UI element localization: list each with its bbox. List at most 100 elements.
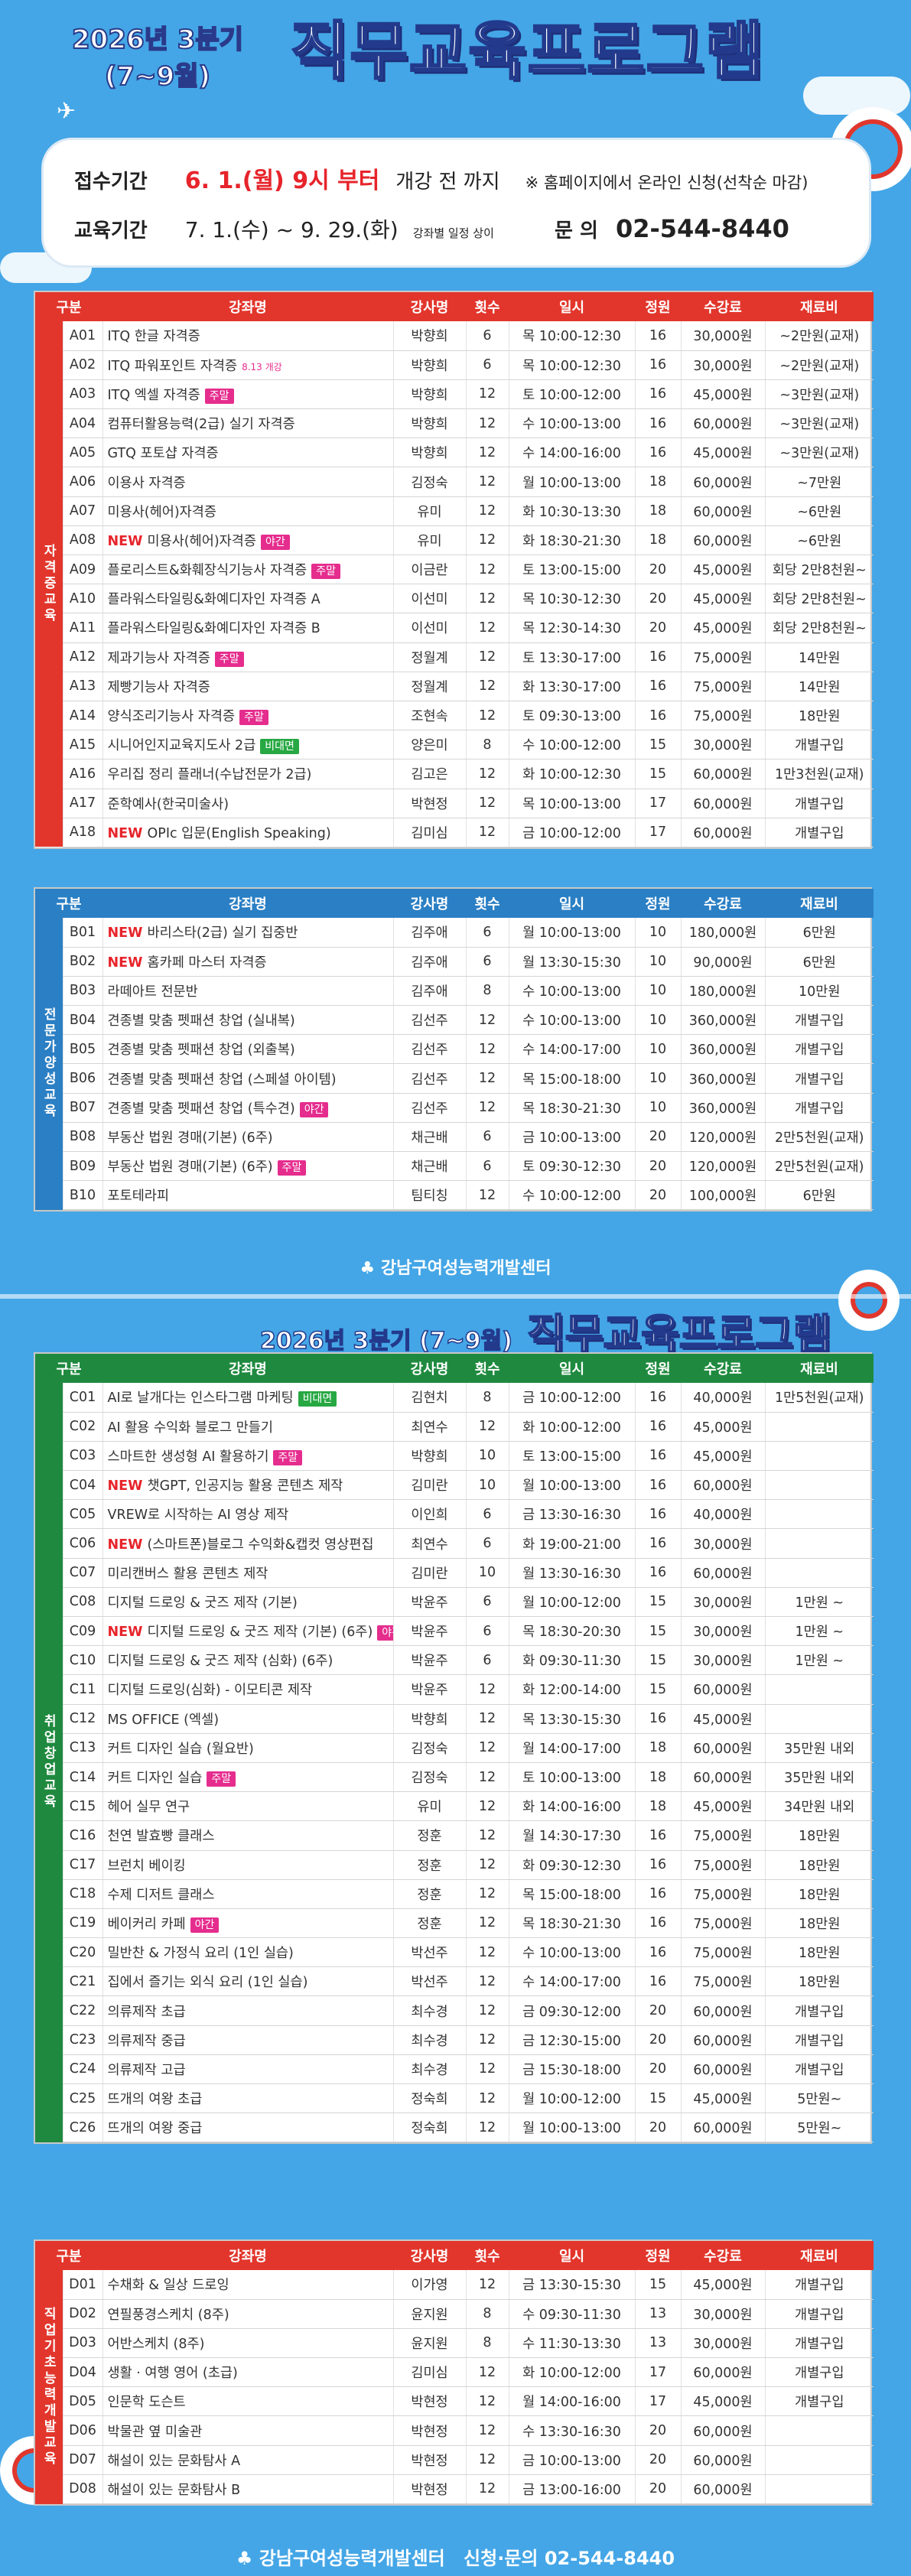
schedule: 화 13:30-17:00	[508, 672, 635, 701]
course-code: C03	[62, 1441, 102, 1472]
tuition: 60,000원	[680, 2474, 765, 2505]
capacity: 16	[634, 1558, 681, 1588]
course-name: 부동산 법원 경매(기본) (6주)	[102, 1122, 393, 1153]
course-code: B03	[62, 976, 102, 1007]
material-fee	[764, 1528, 874, 1559]
tuition: 30,000원	[680, 2299, 765, 2329]
table-row: A16 우리집 정리 플래너(수납전문가 2급) 김고은 12 화 10:00-12:3…	[35, 759, 874, 789]
capacity: 16	[634, 1528, 681, 1559]
material-fee: 개별구입	[764, 1034, 874, 1065]
course-name: 플로리스트&화훼장식기능사 자격증 주말	[102, 555, 393, 585]
instructor: 박향희	[392, 1704, 466, 1734]
course-code: A10	[62, 584, 102, 614]
table-row: C19 베이커리 카페 야간 정훈 12 목 18:30-21:30 16 75,000원 18…	[35, 1908, 874, 1939]
sessions: 6	[465, 1528, 509, 1559]
instructor: 정숙희	[392, 2083, 466, 2114]
instructor: 박현정	[392, 2445, 466, 2475]
course-title: 포토테라피	[107, 1189, 170, 1205]
reception-label: 접수기간	[74, 171, 148, 194]
tuition: 45,000원	[680, 584, 765, 614]
tuition: 30,000원	[680, 2328, 765, 2359]
capacity: 20	[634, 613, 681, 643]
course-name: 시니어인지교육지도사 2급 비대면	[102, 730, 393, 760]
course-code: A03	[62, 379, 102, 410]
column-header: 정원	[645, 2249, 671, 2265]
course-name: ITQ 파워포인트 자격증 8.13 개강	[102, 350, 393, 380]
column-header: 강사명	[410, 1361, 449, 1377]
course-name: 디지털 드로잉(심화) - 이모티콘 제작	[102, 1674, 393, 1705]
material-fee: 1만3천원(교재)	[764, 759, 874, 789]
course-name: 포토테라피	[102, 1180, 393, 1211]
sessions: 6	[465, 1499, 509, 1530]
table-row: A02 ITQ 파워포인트 자격증 8.13 개강 박향희 6 목 10:00-12:30…	[35, 350, 874, 380]
capacity: 15	[634, 1674, 681, 1705]
table-row: A17 준학예사(한국미술사) 박현정 12 목 10:00-13:00 17 60,000…	[35, 789, 874, 818]
course-title: GTQ 포토샵 자격증	[107, 446, 219, 462]
material-fee: 2만5천원(교재)	[764, 1151, 874, 1182]
instructor: 조현속	[392, 701, 466, 731]
sessions: 12	[465, 2083, 509, 2114]
course-title: 디지털 드로잉 & 굿즈 제작 (기본)	[107, 1595, 298, 1611]
tuition: 45,000원	[680, 555, 765, 585]
tuition: 60,000원	[680, 1995, 765, 2026]
instructor: 이인희	[392, 1499, 466, 1530]
tuition: 60,000원	[680, 2025, 765, 2055]
course-code: C22	[62, 1995, 102, 2026]
course-name: 베이커리 카페 야간	[102, 1908, 393, 1939]
instructor: 유미	[392, 1791, 466, 1822]
course-title: 견종별 맞춤 펫패션 창업 (실내복)	[107, 1013, 295, 1029]
table-row: C16 천연 발효빵 클래스 정훈 12 월 14:30-17:30 16 75,000원 1…	[35, 1820, 874, 1851]
course-title: 미용사(헤어)자격증	[107, 504, 216, 520]
column-header: 횟수	[474, 300, 500, 316]
column-header: 재료비	[800, 1361, 838, 1377]
center-logo-icon: ♣	[360, 1259, 381, 1278]
schedule: 화 14:00-16:00	[508, 1791, 635, 1822]
course-name: AI로 날개다는 인스타그램 마케팅 비대면	[102, 1383, 393, 1413]
course-title: 이용사 자격증	[107, 475, 186, 491]
course-name: 연필풍경스케치 (8주)	[102, 2299, 393, 2329]
capacity: 20	[634, 1122, 681, 1153]
course-code: A12	[62, 642, 102, 672]
material-fee: 1만원 ~	[764, 1587, 874, 1618]
table-row: B09 부동산 법원 경매(기본) (6주) 주말 채근배 6 토 09:30-12:30…	[35, 1151, 874, 1182]
table-row: 자격증교육 A01 ITQ 한글 자격증 박향희 6 목 10:00-12:30 16 30,…	[35, 321, 874, 847]
table-row: D03 어반스케치 (8주) 윤지원 8 수 11:30-13:30 13 30,000원 개…	[35, 2328, 874, 2359]
course-code: A01	[62, 321, 102, 351]
table-row: A18 NEW OPIc 입문(English Speaking) 김미심 12 금 1…	[35, 818, 874, 847]
table-section-c: 구분 강좌명 강사명 횟수 일시 정원 수강료 재료비 취업창업교육 C01 AI로 날개다는 인스…	[34, 1352, 874, 2145]
material-fee: ~6만원	[764, 496, 874, 526]
tuition: 75,000원	[680, 1850, 765, 1880]
table-row: D05 인문학 도슨트 박현정 12 월 14:00-16:00 17 45,000원 개별구…	[35, 2386, 874, 2417]
material-fee: 6만원	[764, 1180, 874, 1211]
sessions: 12	[465, 1005, 509, 1036]
capacity: 10	[634, 1005, 681, 1036]
capacity: 20	[634, 2025, 681, 2055]
table-row: A12 제과기능사 자격증 주말 정월계 12 토 13:30-17:00 16 75,000…	[35, 642, 874, 672]
column-header: 정원	[645, 1361, 671, 1377]
course-code: D07	[62, 2445, 102, 2475]
schedule: 수 10:00-12:00	[508, 1180, 635, 1211]
capacity: 18	[634, 1733, 681, 1763]
header-2-title: 직무교육프로그램	[526, 1309, 831, 1359]
airplane-icon: ✈	[57, 98, 76, 125]
capacity: 10	[634, 918, 681, 948]
course-name: NEW 바리스타(2급) 실기 집중반	[102, 918, 393, 948]
sessions: 10	[465, 1558, 509, 1588]
course-name: 해설이 있는 문화탐사 A	[102, 2445, 393, 2475]
material-fee: 1만원 ~	[764, 1645, 874, 1676]
course-code: C06	[62, 1528, 102, 1559]
course-code: C07	[62, 1558, 102, 1588]
course-name: NEW 디지털 드로잉 & 굿즈 제작 (기본) (6주)야간	[102, 1616, 393, 1647]
material-fee: ~7만원	[764, 467, 874, 497]
material-fee: 개별구입	[764, 1995, 874, 2026]
column-header: 일시	[558, 300, 585, 316]
course-name: 우리집 정리 플래너(수납전문가 2급)	[102, 759, 393, 789]
course-title: 라떼아트 전문반	[107, 984, 198, 1000]
capacity: 16	[634, 1412, 681, 1442]
course-title: 생활 · 여행 영어 (초급)	[107, 2366, 238, 2382]
tuition: 60,000원	[680, 789, 765, 818]
course-title: 준학예사(한국미술사)	[107, 796, 229, 812]
material-fee: 개별구입	[764, 2270, 874, 2300]
column-header: 구분	[56, 300, 82, 316]
sessions: 8	[465, 1383, 509, 1413]
